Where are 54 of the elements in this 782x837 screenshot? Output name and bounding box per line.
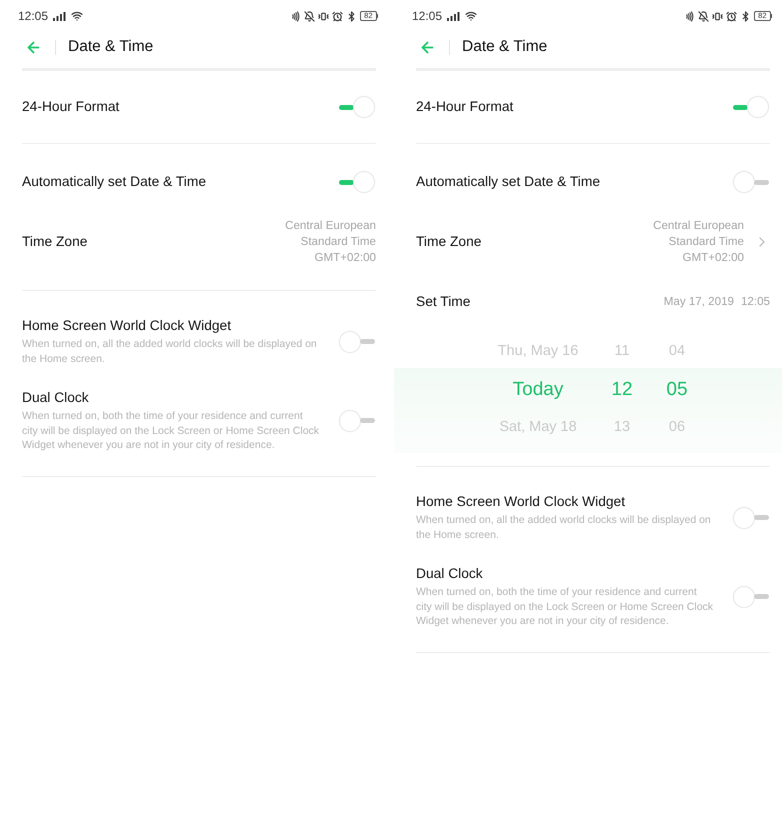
setting-label: Dual Clock	[22, 389, 90, 407]
wifi-icon	[465, 10, 478, 22]
alarm-clock-icon	[332, 10, 344, 22]
picker-option[interactable]: Today	[512, 376, 564, 404]
setting-label: Time Zone	[416, 232, 482, 251]
setting-description: When turned on, all the added world clocks will be displayed on the Home screen.	[416, 513, 712, 542]
wifi-icon	[71, 10, 84, 22]
toggle-switch[interactable]	[733, 96, 770, 118]
toggle-switch[interactable]	[733, 586, 770, 608]
setting-label: Automatically set Date & Time	[416, 172, 600, 191]
vibrate-icon	[318, 10, 330, 22]
back-button[interactable]	[419, 38, 436, 56]
setting-label: Dual Clock	[416, 565, 484, 583]
setting-value: GMT+02:00	[314, 250, 376, 266]
setting-label: Set Time	[416, 292, 470, 311]
picker-option[interactable]: 05	[666, 376, 688, 404]
setting-value: Central European	[285, 218, 376, 234]
toggle-switch[interactable]	[339, 171, 376, 193]
status-time: 12:05	[18, 10, 48, 22]
muted-bell-icon	[698, 10, 710, 22]
setting-label: Time Zone	[22, 232, 88, 251]
screen-title: Date & Time	[68, 37, 154, 58]
toggle-switch[interactable]	[339, 330, 376, 352]
setting-value: Standard Time	[668, 234, 744, 250]
nfc-icon	[290, 10, 302, 22]
setting-description: When turned on, both the time of your residence and current city will be displayed on the Lock Screen or Home Screen Clock Widget whenever you are not in your city of residence.	[22, 409, 320, 452]
toggle-switch[interactable]	[339, 96, 376, 118]
picker-option[interactable]: 12	[611, 376, 633, 404]
signal-strength-icon	[447, 12, 460, 20]
time-value: 12:05	[740, 294, 770, 310]
vibrate-icon	[712, 10, 724, 22]
setting-value: Central European	[653, 218, 744, 234]
signal-strength-icon	[53, 12, 66, 20]
setting-label: 24-Hour Format	[416, 98, 514, 116]
toggle-switch[interactable]	[733, 506, 770, 528]
alarm-clock-icon	[726, 10, 738, 22]
toggle-switch[interactable]	[339, 410, 376, 432]
setting-label: Home Screen World Clock Widget	[22, 317, 232, 335]
muted-bell-icon	[304, 10, 316, 22]
setting-description: When turned on, all the added world clocks will be displayed on the Home screen.	[22, 337, 318, 366]
setting-label: 24-Hour Format	[22, 98, 120, 116]
setting-label: Automatically set Date & Time	[22, 172, 206, 191]
bluetooth-icon	[346, 10, 358, 22]
toggle-switch[interactable]	[733, 171, 770, 193]
bluetooth-icon	[740, 10, 752, 22]
setting-label: Home Screen World Clock Widget	[416, 493, 626, 511]
date-value: May 17, 2019	[664, 294, 734, 310]
nfc-icon	[684, 10, 696, 22]
screen-title: Date & Time	[462, 37, 548, 58]
setting-description: When turned on, both the time of your residence and current city will be displayed on the Lock Screen or Home Screen Clock Widget whenever you are not in your city of residence.	[416, 585, 714, 628]
setting-value: Standard Time	[300, 234, 376, 250]
setting-value: GMT+02:00	[682, 250, 744, 266]
status-time: 12:05	[412, 10, 442, 22]
back-button[interactable]	[25, 38, 42, 56]
